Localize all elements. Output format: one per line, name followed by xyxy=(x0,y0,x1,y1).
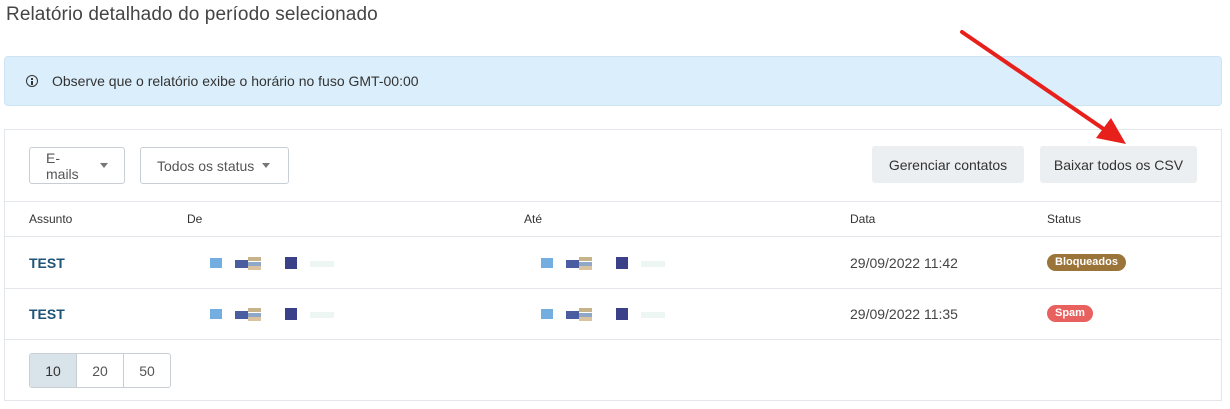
column-header-to: Até xyxy=(524,212,543,226)
redacted-recipient xyxy=(541,237,681,288)
download-csv-button[interactable]: Baixar todos os CSV xyxy=(1040,146,1197,183)
page-size-50[interactable]: 50 xyxy=(124,354,170,387)
status-filter-dropdown[interactable]: Todos os status xyxy=(140,147,289,184)
column-header-date: Data xyxy=(850,212,876,226)
info-banner: Observe que o relatório exibe o horário … xyxy=(4,56,1222,106)
type-filter-label: E-mails xyxy=(46,149,79,182)
info-icon xyxy=(26,75,38,87)
row-subject[interactable]: TEST xyxy=(29,237,65,288)
page-title: Relatório detalhado do período seleciona… xyxy=(6,4,378,25)
row-date: 29/09/2022 11:42 xyxy=(850,254,958,271)
status-badge: Spam xyxy=(1047,305,1093,322)
table-header: Assunto De Até Data Status xyxy=(5,201,1221,237)
row-subject[interactable]: TEST xyxy=(29,288,65,339)
table-row[interactable]: TEST 29/09/2022 11:42 Bloqueados xyxy=(5,237,1221,289)
chevron-down-icon xyxy=(100,163,108,168)
info-text: Observe que o relatório exibe o horário … xyxy=(52,73,419,89)
redacted-sender xyxy=(210,288,350,339)
page-size-20[interactable]: 20 xyxy=(77,354,124,387)
column-header-status: Status xyxy=(1047,212,1082,226)
column-header-subject: Assunto xyxy=(29,212,73,226)
manage-contacts-button[interactable]: Gerenciar contatos xyxy=(872,146,1024,183)
pagination: 10 20 50 xyxy=(29,353,171,388)
report-panel: E-mails Todos os status Gerenciar contat… xyxy=(4,129,1222,401)
redacted-recipient xyxy=(541,288,681,339)
type-filter-dropdown[interactable]: E-mails xyxy=(29,147,125,184)
table-row[interactable]: TEST 29/09/2022 11:35 Spam xyxy=(5,288,1221,340)
row-date: 29/09/2022 11:35 xyxy=(850,305,958,322)
redacted-sender xyxy=(210,237,350,288)
page-size-10[interactable]: 10 xyxy=(30,354,77,387)
status-badge: Bloqueados xyxy=(1047,254,1126,271)
status-filter-label: Todos os status xyxy=(157,157,255,174)
chevron-down-icon xyxy=(262,163,271,168)
column-header-from: De xyxy=(187,212,203,226)
